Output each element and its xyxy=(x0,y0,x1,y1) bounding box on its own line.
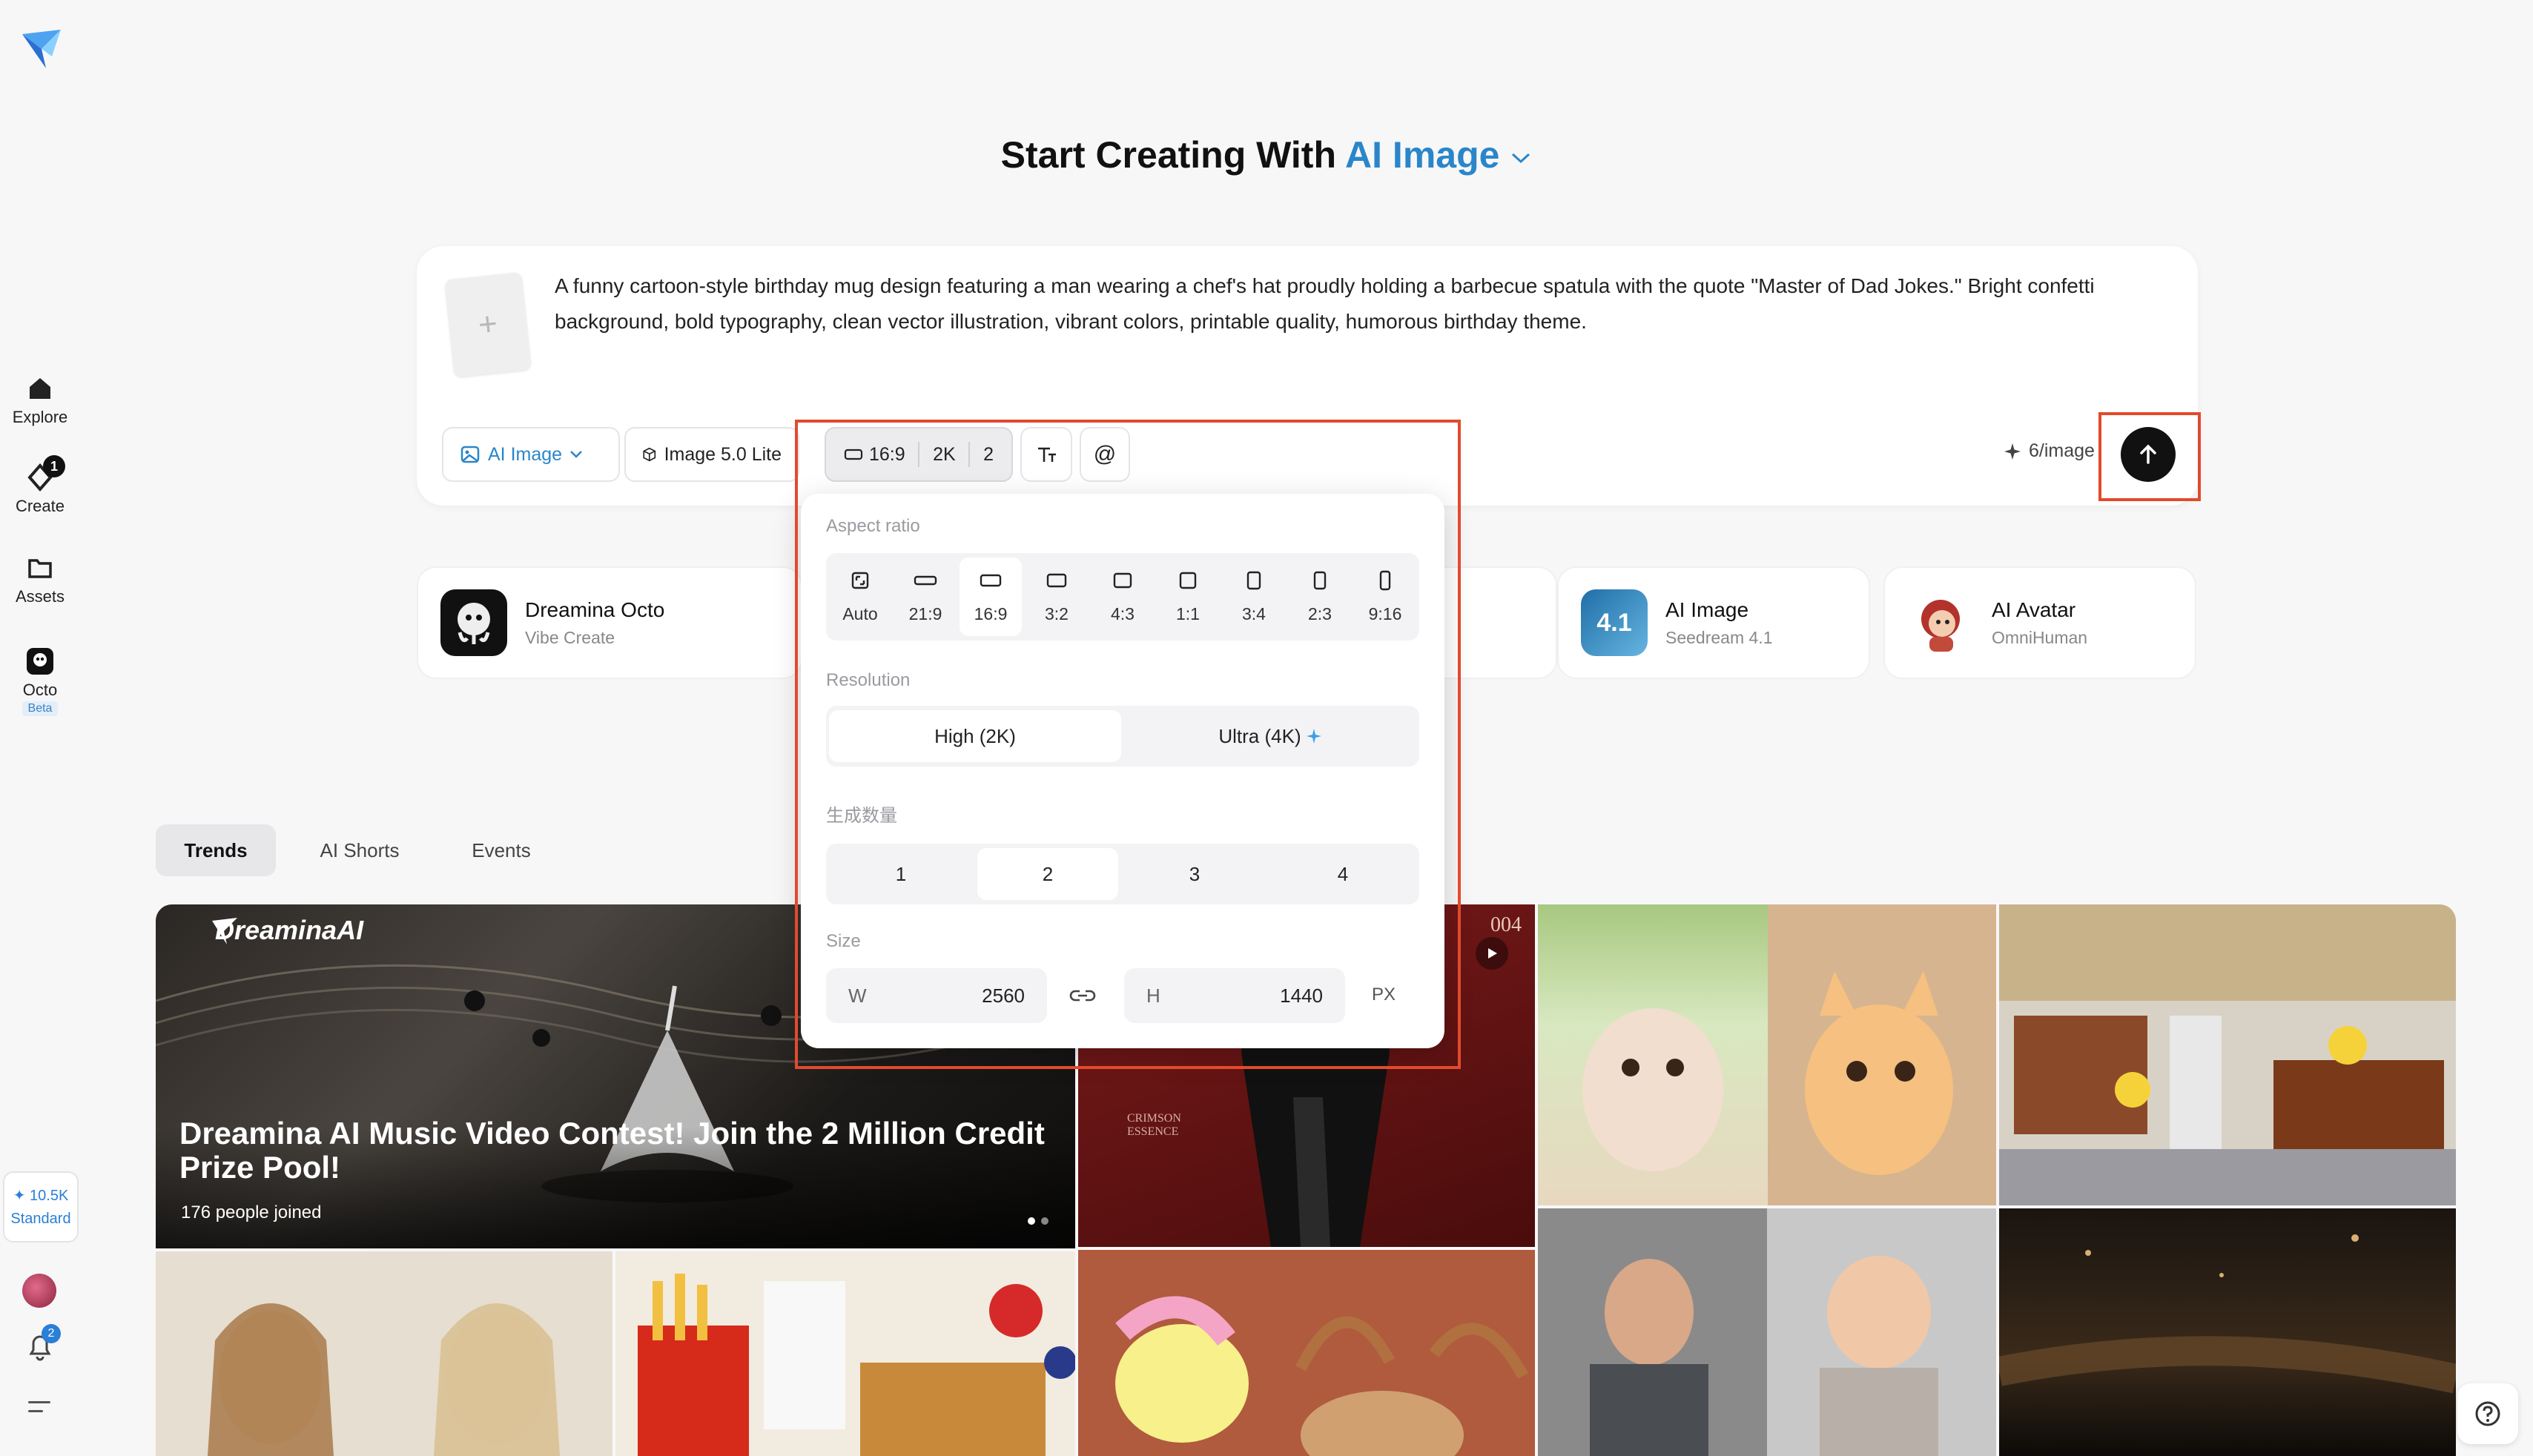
gallery-item-portraits[interactable] xyxy=(156,1251,612,1456)
sidebar-item-assets[interactable]: Assets xyxy=(0,553,80,606)
sidebar-item-create[interactable]: 1 Create xyxy=(0,455,80,516)
hero-participants: 176 people joined xyxy=(181,1202,322,1222)
feature-title: Dreamina Octo xyxy=(525,598,665,621)
carousel-dot-active[interactable] xyxy=(1028,1217,1035,1225)
feature-subtitle: OmniHuman xyxy=(1992,627,2088,647)
play-icon xyxy=(1488,948,1497,959)
user-avatar[interactable] xyxy=(22,1274,56,1308)
sidebar-item-label: Octo xyxy=(22,681,58,699)
chevron-down-icon xyxy=(570,451,582,458)
hero-title: Dreamina AI Music Video Contest! Join th… xyxy=(179,1116,1045,1185)
portraits-illustration xyxy=(208,1303,560,1456)
dark-illustration xyxy=(1999,1234,2456,1394)
sidebar-item-explore[interactable]: Explore xyxy=(0,374,80,427)
gallery-item-boys[interactable] xyxy=(1538,1208,1996,1456)
notifications-button[interactable]: 2 xyxy=(24,1324,61,1363)
question-icon xyxy=(2475,1401,2500,1426)
octo-icon xyxy=(25,646,55,676)
feature-subtitle: Vibe Create xyxy=(525,627,615,647)
corner-tag: 004 xyxy=(1490,913,1522,936)
highlight-settings xyxy=(795,420,1461,1069)
sidebar-item-label: Assets xyxy=(15,587,65,606)
sidebar-item-label: Create xyxy=(15,497,65,515)
brand-logo-icon xyxy=(212,918,237,944)
sparkle-create-icon: 1 xyxy=(25,455,65,492)
mode-dropdown[interactable]: AI Image xyxy=(1345,134,1532,176)
feature-subtitle: Seedream 4.1 xyxy=(1665,627,1773,647)
prompt-input[interactable]: A funny cartoon-style birthday mug desig… xyxy=(555,268,2171,340)
feature-title: AI Avatar xyxy=(1992,598,2076,621)
sidebar-item-octo[interactable]: Octo Beta xyxy=(0,646,80,716)
tab-events[interactable]: Events xyxy=(448,824,555,876)
create-badge: 1 xyxy=(43,455,65,477)
octo-logo xyxy=(440,589,507,656)
help-button[interactable] xyxy=(2457,1383,2518,1444)
home-icon xyxy=(25,374,55,403)
cost-indicator: 6/image xyxy=(2004,440,2095,462)
pets-illustration xyxy=(1582,904,1996,1205)
carousel-dot[interactable] xyxy=(1041,1217,1048,1225)
feature-card-octo[interactable]: Dreamina Octo Vibe Create xyxy=(417,566,802,679)
mode-select[interactable]: AI Image xyxy=(442,427,620,482)
notification-badge: 2 xyxy=(42,1324,61,1343)
gallery-item-pets[interactable] xyxy=(1538,904,1996,1205)
beta-badge: Beta xyxy=(22,701,59,716)
folder-icon xyxy=(25,553,55,583)
gallery-item-pony[interactable] xyxy=(1078,1250,1535,1456)
feature-title: AI Image xyxy=(1665,598,1749,621)
feature-card-ai-avatar[interactable]: AI Avatar OmniHuman xyxy=(1883,566,2196,679)
gallery-item-food[interactable] xyxy=(615,1251,1075,1456)
page-title: Start Creating With AI Image xyxy=(0,133,2533,176)
tab-trends[interactable]: Trends xyxy=(156,824,276,876)
credits-indicator[interactable]: ✦ 10.5K Standard xyxy=(3,1171,79,1242)
feature-card-ai-image[interactable]: 4.1 AI Image Seedream 4.1 xyxy=(1557,566,1870,679)
pony-illustration xyxy=(1078,1250,1535,1456)
play-button[interactable] xyxy=(1476,937,1508,970)
chevron-down-icon xyxy=(1512,153,1530,163)
cube-icon xyxy=(643,447,656,462)
sparkle-icon xyxy=(2004,443,2021,460)
tab-ai-shorts[interactable]: AI Shorts xyxy=(297,824,423,876)
highlight-generate xyxy=(2098,412,2201,501)
dreamina-logo[interactable] xyxy=(19,27,64,71)
book-title: CRIMSON ESSENCE xyxy=(1127,1112,1181,1138)
food-illustration xyxy=(638,1274,1075,1456)
lego-illustration xyxy=(1999,904,2456,1205)
gallery-item-lego-kitchen[interactable] xyxy=(1999,904,2456,1205)
sidebar-item-label: Explore xyxy=(12,408,68,426)
plan-name: Standard xyxy=(10,1211,71,1227)
avatar-logo xyxy=(1907,589,1974,656)
add-reference-button[interactable]: + xyxy=(444,271,532,378)
gallery-item-dark[interactable] xyxy=(1999,1208,2456,1456)
model-select[interactable]: Image 5.0 Lite xyxy=(624,427,799,482)
credits-amount: ✦ 10.5K xyxy=(13,1188,69,1204)
image-icon xyxy=(460,446,480,463)
menu-icon[interactable] xyxy=(28,1398,53,1416)
seedream-logo: 4.1 xyxy=(1581,589,1648,656)
boys-illustration xyxy=(1538,1208,1938,1456)
